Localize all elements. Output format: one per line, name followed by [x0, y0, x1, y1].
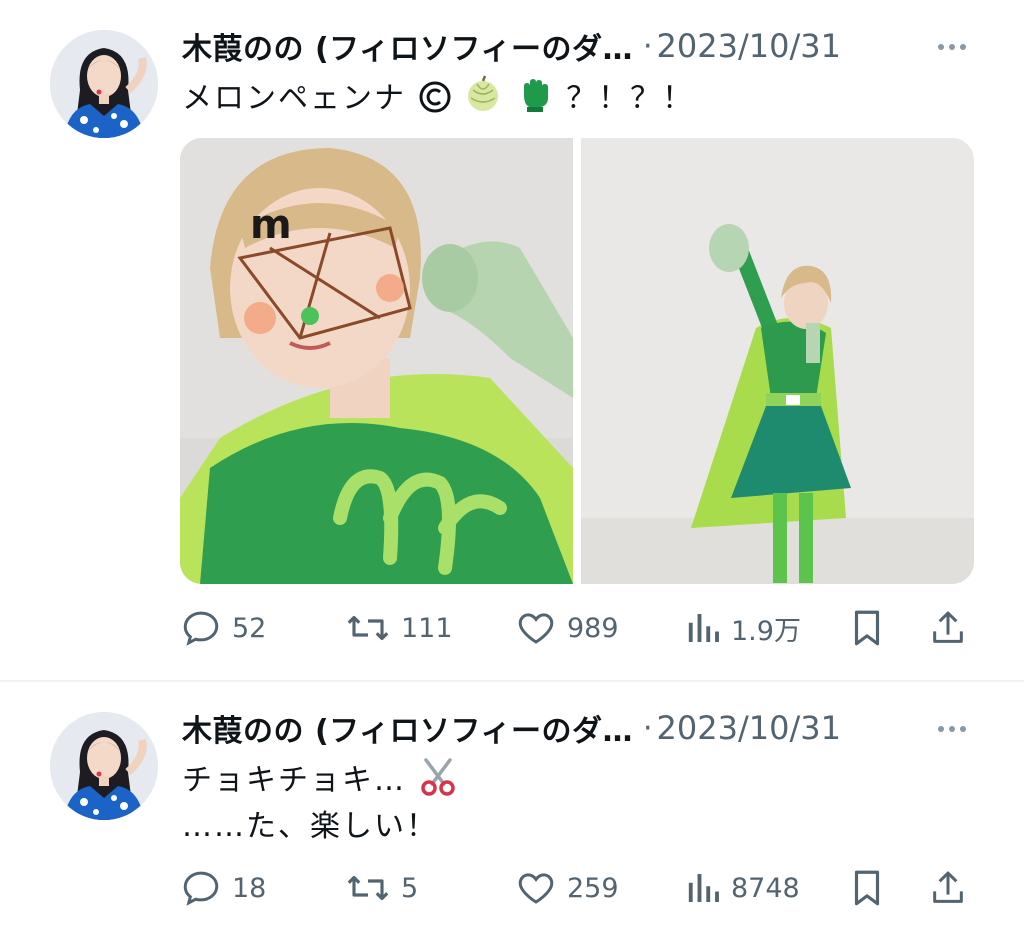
photo-fullbody[interactable] — [581, 138, 974, 584]
reply-count: 52 — [232, 612, 267, 644]
like-icon — [518, 613, 554, 644]
tweet-header: 木葭のの (フィロソフィーのダ… · 2023/10/31 — [182, 706, 841, 750]
tweet-text: チョキチョキ… ……た、楽しい！ — [182, 756, 458, 850]
tweet-text-suffix: ？！？！ — [566, 81, 695, 116]
bookmark-icon — [854, 610, 880, 646]
tweet-text: メロンペェンナ ？！？！ — [182, 74, 694, 122]
views-button[interactable]: 8748 — [685, 863, 800, 913]
share-icon — [933, 611, 963, 643]
tweet-date[interactable]: 2023/10/31 — [657, 709, 841, 747]
tweet-header: 木葭のの (フィロソフィーのダ… · 2023/10/31 — [182, 24, 841, 68]
bookmark-icon — [854, 870, 880, 906]
retweet-button[interactable]: 111 — [345, 603, 453, 653]
like-count: 259 — [567, 872, 619, 904]
like-button[interactable]: 259 — [515, 863, 619, 913]
author-name[interactable]: 木葭のの (フィロソフィーのダ… — [182, 24, 633, 68]
tweet-text-line: メロンペェンナ — [182, 81, 406, 116]
scissors-emoji — [420, 758, 455, 796]
glove-emoji — [523, 79, 548, 112]
tweet-actions: 18 5 259 8748 — [180, 863, 980, 913]
copyright-emoji — [419, 81, 451, 113]
like-count: 989 — [567, 612, 619, 644]
share-button[interactable] — [928, 603, 968, 653]
avatar[interactable] — [50, 712, 158, 820]
separator-dot: · — [642, 710, 653, 746]
like-button[interactable]: 989 — [515, 603, 619, 653]
tweet-date[interactable]: 2023/10/31 — [657, 27, 841, 65]
svg-text:m: m — [250, 202, 292, 248]
media-gallery[interactable]: m — [180, 138, 974, 584]
retweet-count: 111 — [401, 612, 453, 644]
tweet-text-line: チョキチョキ… — [182, 763, 406, 798]
retweet-button[interactable]: 5 — [345, 863, 418, 913]
retweet-icon — [347, 615, 389, 641]
author-name[interactable]: 木葭のの (フィロソフィーのダ… — [182, 706, 633, 750]
retweet-icon — [347, 875, 389, 901]
views-icon — [688, 614, 719, 642]
reply-count: 18 — [232, 872, 267, 904]
more-icon[interactable] — [930, 30, 974, 64]
views-count: 8748 — [731, 872, 800, 904]
reply-icon — [183, 611, 219, 646]
reply-icon — [183, 871, 219, 906]
separator-dot: · — [642, 28, 653, 64]
like-icon — [518, 873, 554, 904]
tweet[interactable]: 木葭のの (フィロソフィーのダ… · 2023/10/31 メロンペェンナ ？！… — [0, 0, 1024, 680]
views-icon — [688, 874, 719, 902]
retweet-count: 5 — [401, 872, 419, 904]
melon-emoji — [468, 75, 499, 111]
bookmark-button[interactable] — [848, 603, 886, 653]
share-icon — [933, 871, 963, 903]
avatar[interactable] — [50, 30, 158, 138]
views-count: 1.9万 — [731, 615, 801, 647]
photo-selfie[interactable]: m — [180, 138, 573, 584]
tweet[interactable]: 木葭のの (フィロソフィーのダ… · 2023/10/31 チョキチョキ… ……… — [0, 682, 1024, 948]
tweet-actions: 52 111 989 1.9万 — [180, 603, 980, 653]
bookmark-button[interactable] — [848, 863, 886, 913]
share-button[interactable] — [928, 863, 968, 913]
views-button[interactable]: 1.9万 — [685, 603, 801, 653]
reply-button[interactable]: 52 — [180, 603, 266, 653]
tweet-text-line: ……た、楽しい！ — [182, 809, 438, 844]
more-icon[interactable] — [930, 712, 974, 746]
reply-button[interactable]: 18 — [180, 863, 266, 913]
